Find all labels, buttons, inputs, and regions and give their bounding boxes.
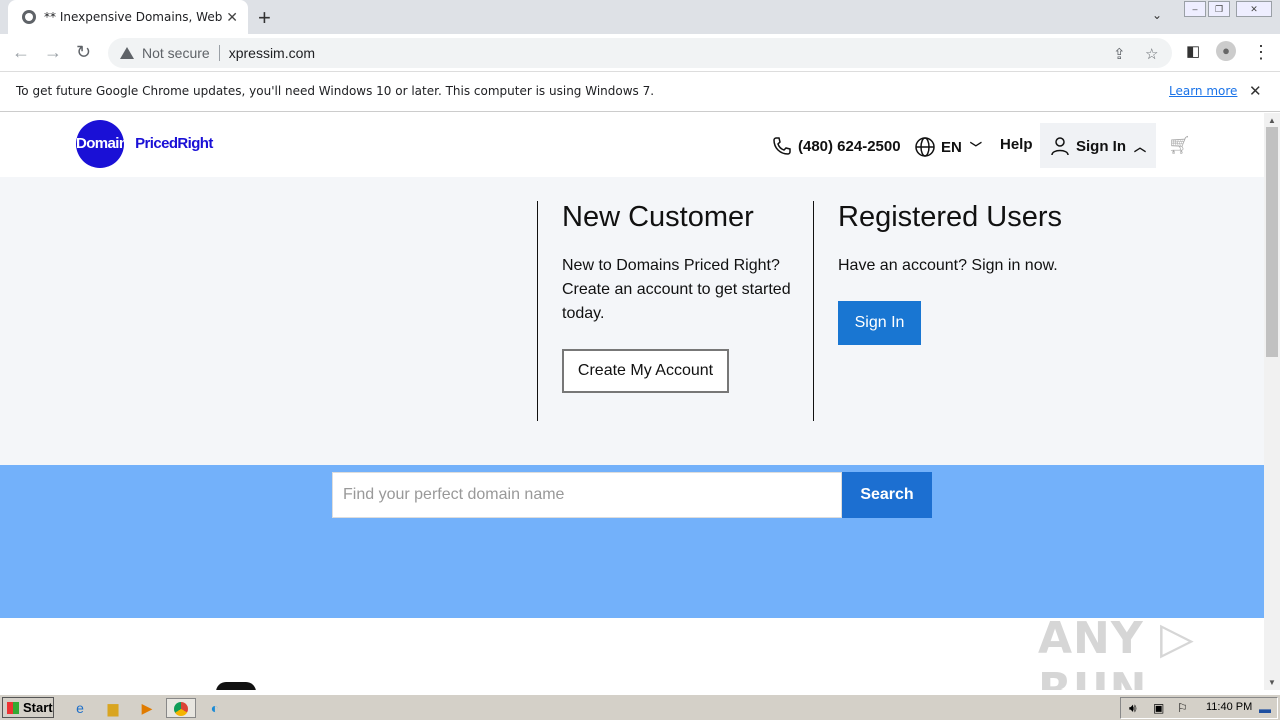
menu-kebab-icon[interactable]: ⋮ [1252,42,1270,63]
divider [537,201,538,421]
chevron-down-icon: ﹀ [969,140,982,155]
site-logo[interactable]: DomainsPricedRight [76,135,213,152]
address-bar[interactable]: Not secure xpressim.com ⇪ ☆ [108,38,1172,68]
network-icon[interactable]: ▣ [1153,701,1164,715]
update-infobar: To get future Google Chrome updates, you… [0,72,1280,112]
url-text[interactable]: xpressim.com [229,45,315,61]
account-section: New Customer New to Domains Priced Right… [0,177,1264,465]
start-label: Start [23,700,53,715]
phone-number: (480) 624-2500 [798,137,901,155]
ie-icon[interactable]: e [70,698,90,718]
cart-icon[interactable]: 🛒︎ [1168,135,1191,156]
window-close-button[interactable]: ✕ [1236,1,1272,17]
language-selector[interactable]: EN ﹀ [914,136,982,158]
show-desktop-icon[interactable]: ▬ [1259,702,1271,716]
search-button[interactable]: Search [842,472,932,518]
phone-link[interactable]: (480) 624-2500 [772,136,901,156]
logo-part-1: Domains [76,135,136,152]
chrome-taskbar-icon[interactable] [166,698,196,718]
learn-more-link[interactable]: Learn more [1169,84,1237,98]
sign-in-toggle[interactable]: Sign In ︿ [1050,136,1146,156]
forward-icon[interactable]: → [44,42,62,63]
tab-close-icon[interactable]: ✕ [226,9,238,26]
side-panel-icon[interactable]: ◧ [1186,42,1200,60]
user-icon [1051,137,1069,156]
globe-icon [22,10,36,24]
clock: 11:40 PM [1206,701,1253,713]
phone-icon [773,137,791,155]
logo-part-2: PricedRight [135,135,213,152]
create-account-button[interactable]: Create My Account [562,349,729,393]
registered-users-text: Have an account? Sign in now. [838,257,1058,274]
divider [813,201,814,421]
new-tab-button[interactable]: + [258,5,271,31]
registered-users-heading: Registered Users [838,201,1063,233]
infobar-close-icon[interactable]: ✕ [1249,82,1262,100]
globe-icon [915,137,935,157]
folder-icon[interactable]: ▆ [103,698,123,718]
minimize-button[interactable]: ‒ [1184,1,1206,17]
chevron-up-icon: ︿ [1134,139,1147,154]
start-button[interactable]: Start [2,697,54,718]
bookmark-star-icon[interactable]: ☆ [1145,45,1158,63]
divider [218,45,220,61]
tab-title: ** Inexpensive Domains, Web Hosti [44,10,222,24]
share-icon[interactable]: ⇪ [1113,45,1126,63]
site-header: DomainsPricedRight (480) 624-2500 EN ﹀ H… [0,113,1264,177]
scroll-down-icon[interactable]: ▼ [1268,678,1276,687]
tab-search-icon[interactable]: ⌄ [1152,8,1162,22]
media-player-icon[interactable]: ▶ [137,698,157,718]
profile-avatar-icon[interactable]: ● [1216,41,1236,61]
reload-icon[interactable]: ↻ [76,42,91,63]
sign-in-button[interactable]: Sign In [838,301,921,345]
scroll-up-icon[interactable]: ▲ [1268,116,1276,125]
browser-tab[interactable]: ** Inexpensive Domains, Web Hosti ✕ [8,0,248,34]
new-customer-panel: New Customer New to Domains Priced Right… [562,201,802,326]
browser-toolbar: ← → ↻ Not secure xpressim.com ⇪ ☆ ◧ ● ⋮ [0,34,1280,72]
page-content: DomainsPricedRight (480) 624-2500 EN ﹀ H… [0,113,1264,690]
edge-icon[interactable]: ◐ [205,698,225,718]
new-customer-heading: New Customer [562,201,754,233]
warning-icon[interactable] [120,47,134,59]
chat-widget[interactable] [216,682,256,690]
infobar-message: To get future Google Chrome updates, you… [16,84,655,98]
back-icon[interactable]: ← [12,42,30,63]
page-scrollbar[interactable]: ▲ ▼ [1264,113,1280,690]
scroll-thumb[interactable] [1266,127,1278,357]
volume-icon[interactable]: 🔊︎ [1129,701,1137,716]
action-center-flag-icon[interactable]: ⚐ [1177,701,1188,715]
new-customer-text: New to Domains Priced Right? Create an a… [562,257,791,322]
windows-logo-icon [7,701,19,714]
system-tray: 🔊︎ ▣ ⚐ ▬ [1120,697,1278,719]
sign-in-label: Sign In [1076,137,1126,155]
domain-search-band: Find your perfect domain name Search [0,465,1264,618]
domain-search-input[interactable]: Find your perfect domain name [332,472,842,518]
anyrun-watermark: ANY ▷ RUN [1038,613,1195,690]
security-label[interactable]: Not secure [142,45,210,61]
restore-button[interactable]: ❐ [1208,1,1230,17]
registered-users-panel: Registered Users Have an account? Sign i… [838,201,1098,278]
language-label: EN [941,138,962,156]
tab-strip: ** Inexpensive Domains, Web Hosti ✕ + ⌄ … [0,0,1280,34]
help-link[interactable]: Help [1000,136,1033,153]
windows-taskbar: Start e ▆ ▶ ◐ 🔊︎ ▣ ⚐ ▬ 11:40 PM [0,694,1280,720]
